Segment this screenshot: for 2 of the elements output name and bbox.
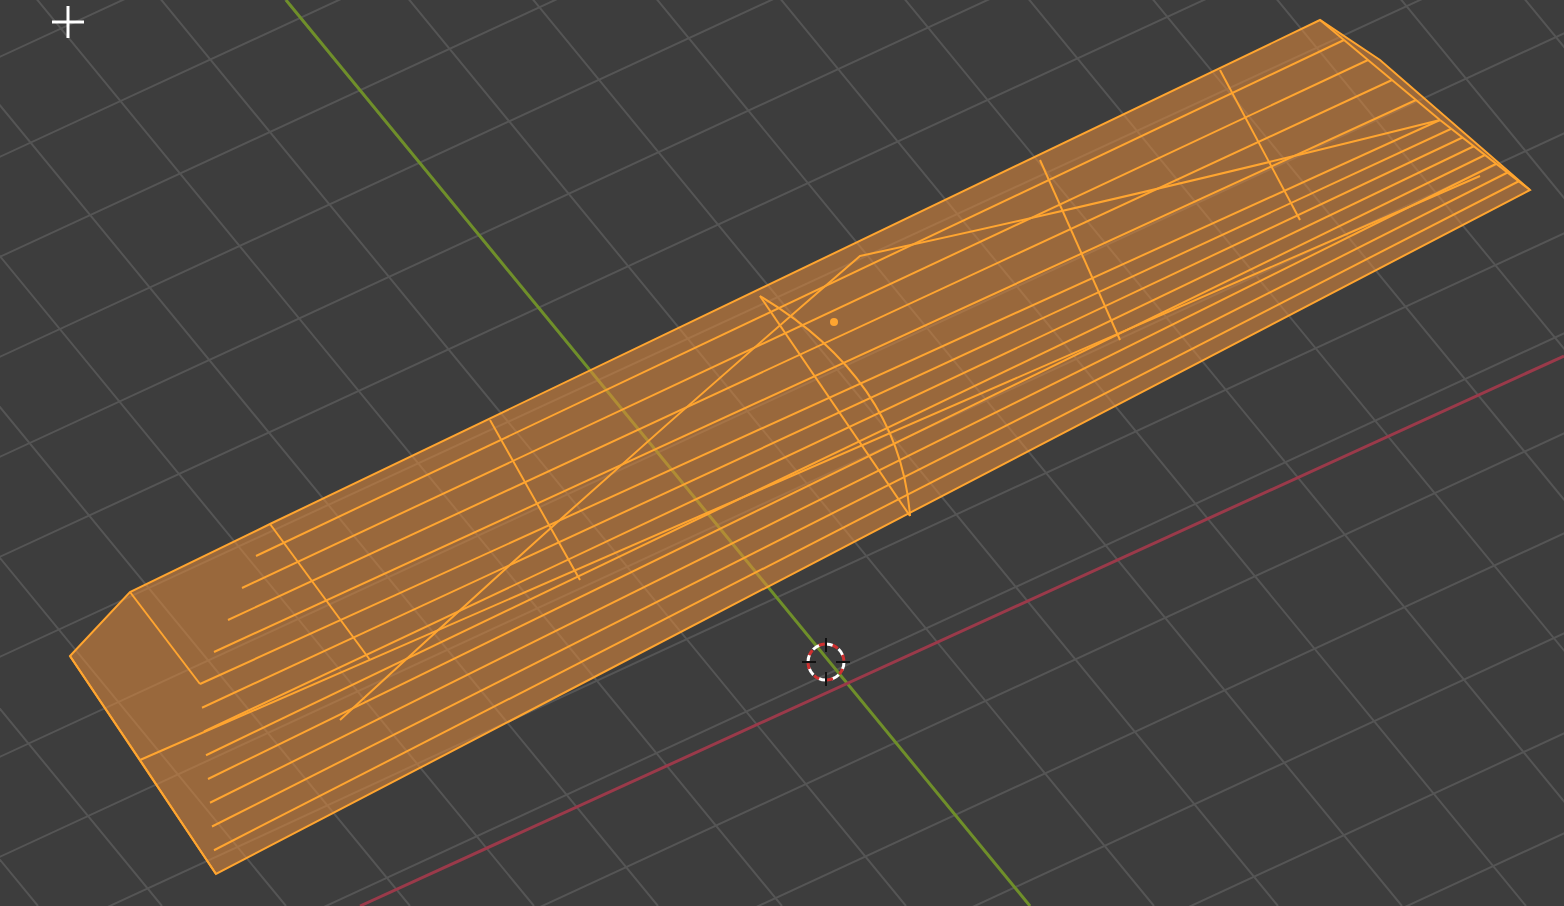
crosshair-cursor-icon: [50, 4, 86, 40]
3d-cursor-icon[interactable]: [801, 637, 851, 687]
